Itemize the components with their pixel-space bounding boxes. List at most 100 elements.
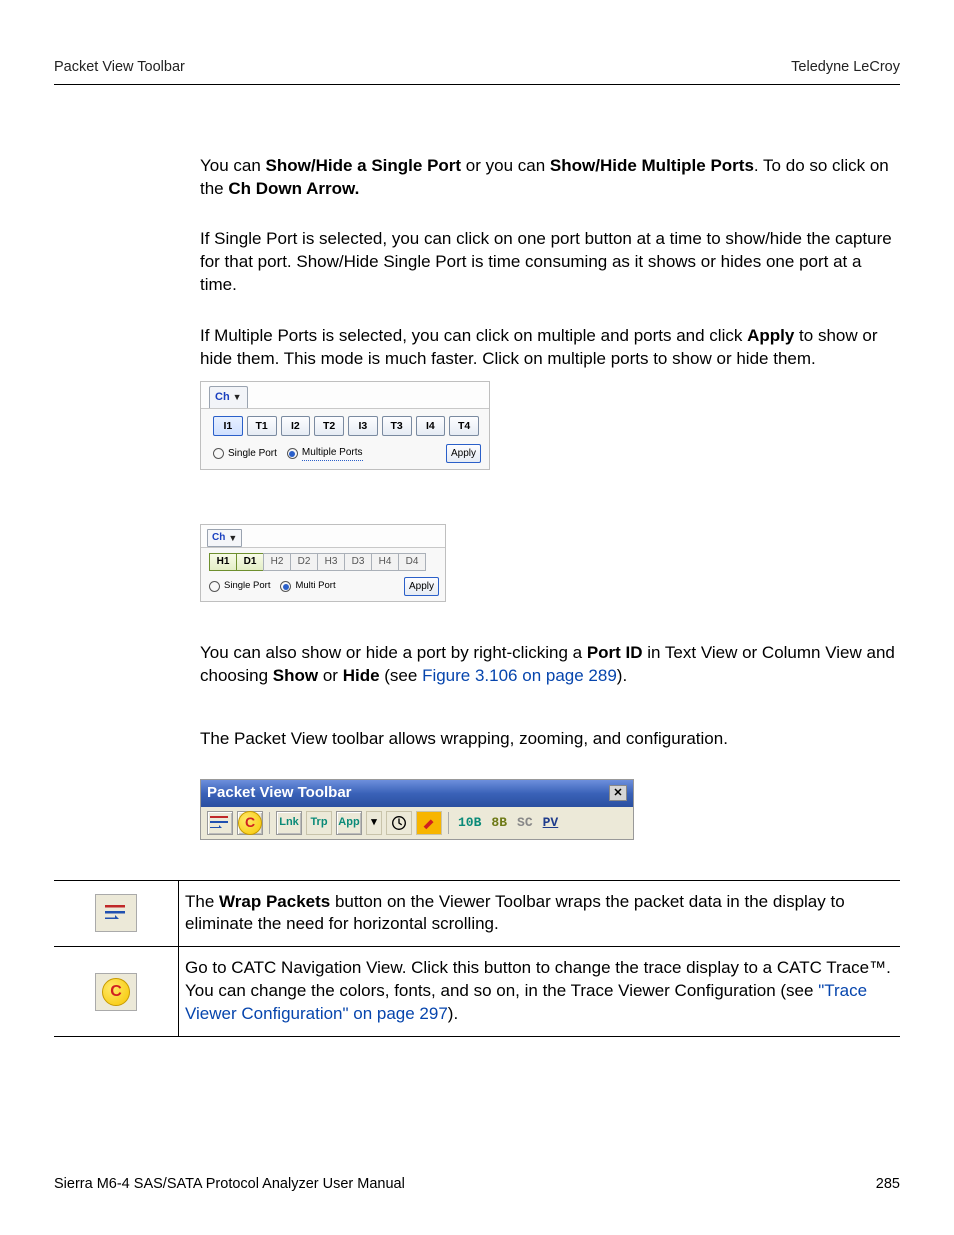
port-i4[interactable]: I4 [416,416,446,436]
port-d3[interactable]: D3 [344,553,372,571]
table-row: C Go to CATC Navigation View. Click this… [54,947,900,1037]
toolbar-title: Packet View Toolbar [207,783,352,803]
footer-page-number: 285 [876,1175,900,1195]
port-i3[interactable]: I3 [348,416,378,436]
radio-multi-port-2[interactable]: Multi Port [280,580,335,593]
paragraph-3: If Multiple Ports is selected, you can c… [200,325,900,371]
catc-nav-button[interactable]: C [237,811,263,835]
chevron-down-icon: ▾ [371,815,377,830]
r2-line2b: ). [448,1004,458,1023]
p1-b2: Show/Hide Multiple Ports [550,156,754,175]
lnk-button[interactable]: Lnk [276,811,302,835]
close-icon[interactable]: ✕ [609,785,627,801]
port-d4[interactable]: D4 [398,553,426,571]
p3-pre: If Multiple Ports is selected, you can c… [200,326,747,345]
p1-b3: Ch Down Arrow. [228,179,359,198]
port-i2[interactable]: I2 [281,416,311,436]
port-t1[interactable]: T1 [247,416,277,436]
catc-description: Go to CATC Navigation View. Click this b… [179,947,901,1037]
p4-b3: Hide [343,666,380,685]
p1-pre: You can [200,156,266,175]
radio-icon [280,581,291,592]
r2-line2a: You can change the colors, fonts, and so… [185,981,818,1000]
separator [269,812,270,834]
radio-multi-label-1: Multiple Ports [302,446,363,461]
port-h1[interactable]: H1 [209,553,237,571]
dropdown-button[interactable]: ▾ [366,811,382,835]
trp-button[interactable]: Trp [306,811,332,835]
footer-left: Sierra M6-4 SAS/SATA Protocol Analyzer U… [54,1175,405,1195]
btn-10b[interactable]: 10B [455,814,484,832]
wrap-icon [208,813,232,833]
radio-single-label-1: Single Port [228,447,277,461]
table-row: The Wrap Packets button on the Viewer To… [54,880,900,947]
ch-label-2: Ch [212,531,225,545]
p3-b1: Apply [747,326,794,345]
p4-pre: You can also show or hide a port by righ… [200,643,587,662]
port-t3[interactable]: T3 [382,416,412,436]
channel-panel-2: Ch ▼ H1 D1 H2 D2 H3 D3 H4 D4 Single Port… [200,524,446,602]
figure-link[interactable]: Figure 3.106 on page 289 [422,666,617,685]
r1-b: Wrap Packets [219,892,330,911]
paragraph-4: You can also show or hide a port by righ… [200,642,900,688]
radio-multi-label-2: Multi Port [295,580,335,593]
wrap-packets-button[interactable] [207,811,233,835]
marker-icon [420,814,438,832]
btn-8b[interactable]: 8B [488,814,510,832]
paragraph-2: If Single Port is selected, you can clic… [200,228,900,297]
radio-single-port-2[interactable]: Single Port [209,580,270,593]
apply-button-2[interactable]: Apply [404,577,439,597]
catc-icon-cell: C [95,973,137,1011]
p1-b1: Show/Hide a Single Port [266,156,462,175]
port-i1[interactable]: I1 [213,416,243,436]
radio-multiple-ports-1[interactable]: Multiple Ports [287,446,363,461]
btn-pv[interactable]: PV [540,814,562,832]
catc-icon: C [102,978,130,1006]
radio-icon [209,581,220,592]
highlight-button[interactable] [416,811,442,835]
port-t2[interactable]: T2 [314,416,344,436]
header-right: Teledyne LeCroy [791,58,900,78]
ch-dropdown-2[interactable]: Ch ▼ [207,529,242,547]
wrap-packets-icon-cell [95,894,137,932]
header-left: Packet View Toolbar [54,58,185,78]
port-h4[interactable]: H4 [371,553,399,571]
p4-seepost: ). [617,666,627,685]
paragraph-5: The Packet View toolbar allows wrapping,… [200,728,900,751]
btn-sc[interactable]: SC [514,814,536,832]
radio-icon [287,448,298,459]
channel-panel-1: Ch ▼ I1 T1 I2 T2 I3 T3 I4 T4 Single Port… [200,381,490,470]
ch-dropdown-1[interactable]: Ch ▼ [209,386,248,408]
r2-line1: Go to CATC Navigation View. Click this b… [185,958,891,977]
radio-single-label-2: Single Port [224,580,270,593]
radio-single-port-1[interactable]: Single Port [213,447,277,461]
radio-icon [213,448,224,459]
port-row-2: H1 D1 H2 D2 H3 D3 H4 D4 [201,547,445,574]
port-h2[interactable]: H2 [263,553,291,571]
ch-label-1: Ch [215,390,230,405]
catc-icon: C [238,811,262,835]
p4-b2: Show [273,666,318,685]
packet-view-toolbar: Packet View Toolbar ✕ C Lnk Trp App [200,779,634,839]
wrap-packets-description: The Wrap Packets button on the Viewer To… [179,880,901,947]
port-d1[interactable]: D1 [236,553,264,571]
wrap-icon [102,901,130,925]
clock-icon [390,814,408,832]
chevron-down-icon: ▼ [233,391,242,403]
p1-mid: or you can [461,156,550,175]
p4-b1: Port ID [587,643,643,662]
r1-pre: The [185,892,219,911]
port-d2[interactable]: D2 [290,553,318,571]
paragraph-1: You can Show/Hide a Single Port or you c… [200,155,900,201]
app-button[interactable]: App [336,811,362,835]
p4-seepre: (see [380,666,423,685]
port-row-1: I1 T1 I2 T2 I3 T3 I4 T4 [201,408,489,440]
apply-button-1[interactable]: Apply [446,444,481,464]
p4-or: or [318,666,343,685]
separator [448,812,449,834]
toolbar-description-table: The Wrap Packets button on the Viewer To… [54,880,900,1038]
chevron-down-icon: ▼ [228,532,237,544]
port-h3[interactable]: H3 [317,553,345,571]
port-t4[interactable]: T4 [449,416,479,436]
clock-button[interactable] [386,811,412,835]
